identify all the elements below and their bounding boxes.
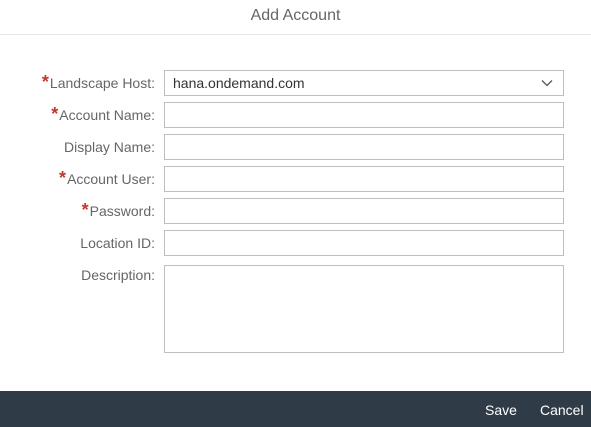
required-marker: * [51, 104, 59, 124]
account-user-label-text: Account User: [67, 171, 155, 187]
password-field-box [164, 198, 564, 224]
account-name-input[interactable] [165, 103, 563, 127]
description-textarea[interactable] [165, 266, 563, 352]
password-input[interactable] [165, 199, 563, 223]
location-id-input[interactable] [165, 231, 563, 255]
account-user-field-box [164, 166, 564, 192]
cancel-button[interactable]: Cancel [540, 402, 584, 418]
password-label: *Password: [81, 200, 155, 220]
required-marker: * [59, 168, 67, 188]
dialog-header: Add Account [0, 0, 591, 35]
save-button[interactable]: Save [485, 402, 517, 418]
account-name-field-box [164, 102, 564, 128]
required-marker: * [81, 200, 89, 220]
account-user-input[interactable] [165, 167, 563, 191]
landscape-host-label: *Landscape Host: [41, 72, 155, 92]
landscape-host-select[interactable]: hana.ondemand.com [164, 70, 564, 96]
add-account-dialog: Add Account *Landscape Host: hana.ondema… [0, 0, 591, 427]
landscape-host-value: hana.ondemand.com [173, 75, 305, 91]
display-name-label: Display Name: [63, 139, 155, 155]
description-label: Description: [81, 267, 155, 283]
location-id-label: Location ID: [80, 235, 155, 251]
display-name-input[interactable] [165, 135, 563, 159]
dialog-title: Add Account [250, 7, 341, 24]
description-field-box [164, 265, 564, 353]
display-name-field-box [164, 134, 564, 160]
dialog-footer: Save Cancel [0, 391, 591, 427]
location-id-field-box [164, 230, 564, 256]
required-marker: * [41, 72, 49, 92]
account-name-label-text: Account Name: [59, 107, 155, 123]
account-name-label: *Account Name: [51, 104, 155, 124]
account-user-label: *Account User: [59, 168, 155, 188]
chevron-down-icon[interactable] [541, 77, 553, 89]
landscape-host-label-text: Landscape Host: [49, 75, 155, 91]
password-label-text: Password: [89, 203, 155, 219]
